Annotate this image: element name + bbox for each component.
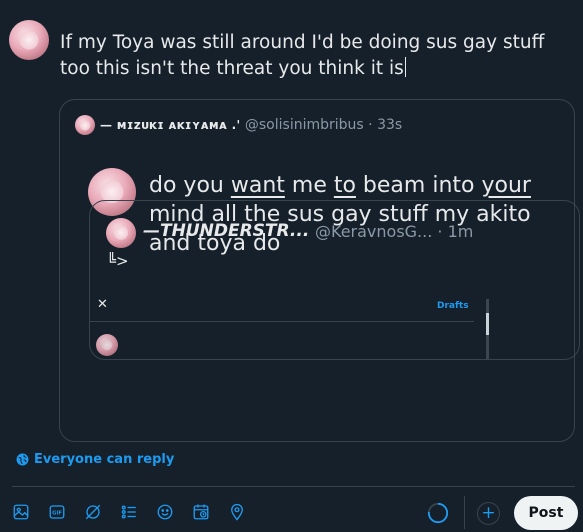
add-post-button[interactable]: + <box>477 502 500 525</box>
quoted-post-header: — ᴍɪᴢᴜᴋɪ ᴀᴋɪʏᴀᴍᴀ .' @solisinimbribus · 3… <box>100 116 402 134</box>
separator-dot: · <box>437 222 443 241</box>
compose-text-content: If my Toya was still around I'd be doing… <box>60 32 545 79</box>
grok-icon[interactable] <box>83 502 103 522</box>
gif-icon[interactable]: GIF <box>47 502 67 522</box>
svg-text:GIF: GIF <box>52 511 62 517</box>
nested-post-text: ╚> <box>107 252 129 270</box>
nested-post-meta: @KeravnosG... · 1m <box>315 222 473 241</box>
vertical-separator <box>464 496 465 529</box>
location-icon[interactable] <box>227 502 247 522</box>
text-caret <box>404 57 406 77</box>
reply-setting-button[interactable]: Everyone can reply <box>16 452 174 467</box>
schedule-icon[interactable] <box>191 502 211 522</box>
nested-quoted-post[interactable]: —THUNDERSTR... @KeravnosG... · 1m ╚> ✕ D… <box>89 200 580 360</box>
user-avatar[interactable] <box>9 20 49 60</box>
globe-icon <box>16 453 29 466</box>
post-button[interactable]: Post <box>514 496 578 530</box>
poll-icon[interactable] <box>119 502 139 522</box>
nested-post-mini-avatar <box>96 334 118 356</box>
quoted-post-author-name: — ᴍɪᴢᴜᴋɪ ᴀᴋɪʏᴀᴍᴀ .' <box>100 118 241 132</box>
nested-post-handle: @KeravnosG... <box>315 222 433 241</box>
scrollbar-thumb[interactable] <box>486 313 489 335</box>
drafts-link[interactable]: Drafts <box>437 301 469 311</box>
image-icon[interactable] <box>11 502 31 522</box>
close-icon[interactable]: ✕ <box>97 297 108 312</box>
character-progress-ring <box>427 502 449 524</box>
nested-post-timestamp: 1m <box>447 222 474 241</box>
nested-post-avatar <box>106 218 136 248</box>
compose-textarea[interactable]: If my Toya was still around I'd be doing… <box>60 30 575 82</box>
separator-dot: · <box>368 117 373 133</box>
quoted-post-handle: @solisinimbribus <box>244 117 364 133</box>
emoji-icon[interactable] <box>155 502 175 522</box>
quoted-post-avatar <box>75 115 95 135</box>
quoted-post-timestamp: 33s <box>377 117 403 133</box>
reply-setting-label: Everyone can reply <box>34 452 175 467</box>
divider <box>90 321 474 322</box>
plus-icon: + <box>481 503 496 523</box>
nested-post-author-name: —THUNDERSTR... <box>143 221 310 241</box>
toolbar-divider <box>12 486 575 487</box>
